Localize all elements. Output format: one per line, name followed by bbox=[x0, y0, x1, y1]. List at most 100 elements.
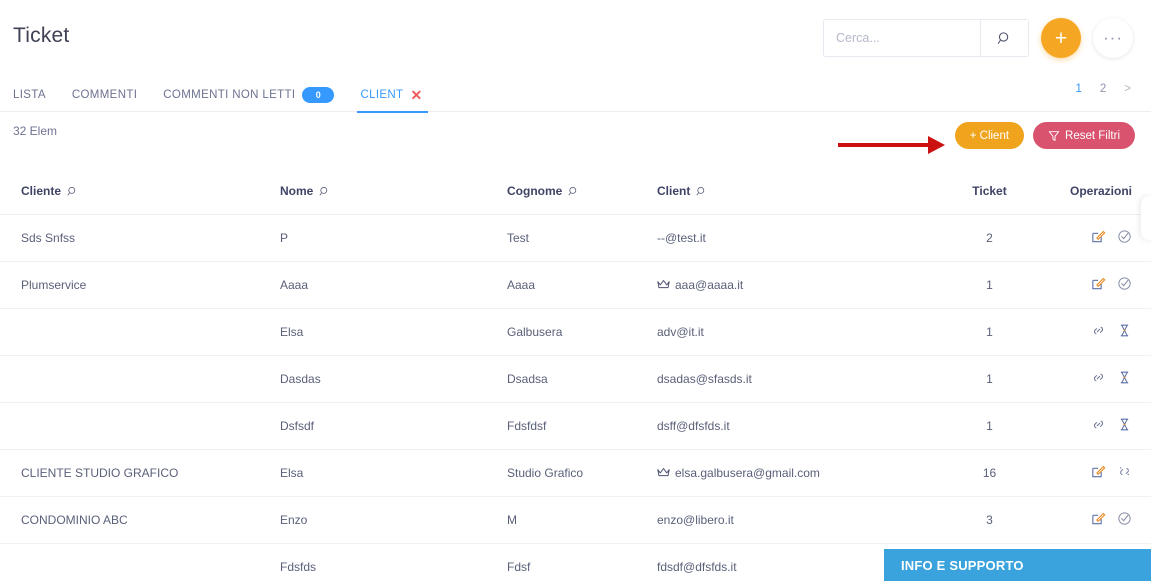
close-icon[interactable]: ✕ bbox=[410, 88, 422, 102]
check-circle-button[interactable] bbox=[1117, 511, 1132, 526]
tab-client[interactable]: CLIENT ✕ bbox=[347, 78, 435, 113]
link-button[interactable] bbox=[1091, 417, 1106, 432]
cell-ticket: 2 bbox=[932, 214, 1047, 262]
edit-icon[interactable] bbox=[1091, 229, 1106, 244]
search-button[interactable] bbox=[980, 20, 1028, 56]
cell-cliente bbox=[0, 543, 280, 581]
column-header-nome[interactable]: Nome bbox=[280, 168, 507, 215]
clients-table: Cliente Nome Cognome Client Ticket Opera… bbox=[0, 168, 1151, 581]
search-icon[interactable] bbox=[568, 186, 579, 197]
edit-button[interactable] bbox=[1091, 276, 1106, 291]
table-row[interactable]: CLIENTE STUDIO GRAFICO Elsa Studio Grafico… bbox=[0, 449, 1151, 497]
cell-cognome: Dsadsa bbox=[507, 355, 657, 403]
side-drawer-handle[interactable] bbox=[1141, 196, 1151, 240]
broken-link-icon[interactable] bbox=[1117, 464, 1132, 479]
info-support-label: INFO E SUPPORTO bbox=[901, 557, 1024, 573]
info-support-banner[interactable]: INFO E SUPPORTO bbox=[884, 549, 1151, 581]
check-circle-button[interactable] bbox=[1117, 229, 1132, 244]
link-button[interactable] bbox=[1091, 370, 1106, 385]
table-head: Cliente Nome Cognome Client Ticket Opera… bbox=[0, 168, 1151, 215]
tab-commenti[interactable]: COMMENTI bbox=[59, 78, 150, 112]
link-icon[interactable] bbox=[1091, 323, 1106, 338]
cell-cliente: CONDOMINIO ABC bbox=[0, 496, 280, 544]
client-email: aaa@aaaa.it bbox=[675, 278, 744, 292]
next-page-button[interactable]: > bbox=[1124, 83, 1131, 95]
edit-button[interactable] bbox=[1091, 229, 1106, 244]
client-email: elsa.galbusera@gmail.com bbox=[675, 466, 820, 480]
check-circle-icon[interactable] bbox=[1117, 229, 1132, 244]
cell-ticket: 1 bbox=[932, 261, 1047, 309]
search-box bbox=[823, 19, 1029, 57]
unread-count-badge: 0 bbox=[302, 87, 335, 103]
edit-icon[interactable] bbox=[1091, 511, 1106, 526]
table-row[interactable]: Dasdas Dsadsa dsadas@sfasds.it 1 bbox=[0, 355, 1151, 403]
hourglass-icon[interactable] bbox=[1117, 323, 1132, 338]
cell-nome: Fdsfds bbox=[280, 543, 507, 581]
page-2-button[interactable]: 2 bbox=[1100, 83, 1106, 95]
add-client-button[interactable]: + Client bbox=[954, 122, 1025, 149]
hourglass-button[interactable] bbox=[1117, 417, 1132, 432]
row-operations bbox=[1091, 464, 1132, 479]
table-row[interactable]: CONDOMINIO ABC Enzo Menzo@libero.it 3 bbox=[0, 496, 1151, 544]
add-button[interactable]: + bbox=[1041, 18, 1081, 58]
link-button[interactable] bbox=[1091, 323, 1106, 338]
hourglass-button[interactable] bbox=[1117, 370, 1132, 385]
client-email: dsadas@sfasds.it bbox=[657, 372, 752, 386]
search-icon[interactable] bbox=[696, 186, 707, 197]
table-row[interactable]: Dsfsdf Fdsfdsf dsff@dfsfds.it 1 bbox=[0, 402, 1151, 450]
table-row[interactable]: Plumservice Aaaa Aaaa aaa@aaaa.it 1 bbox=[0, 261, 1151, 309]
cell-operazioni bbox=[1047, 355, 1151, 403]
cell-cliente bbox=[0, 355, 280, 403]
page-header: Ticket + ··· bbox=[0, 0, 1151, 78]
funnel-icon bbox=[1048, 130, 1060, 141]
tab-lista[interactable]: LISTA bbox=[13, 78, 59, 112]
hourglass-icon[interactable] bbox=[1117, 417, 1132, 432]
cell-ticket: 16 bbox=[932, 449, 1047, 497]
table-body: Sds Snfss P Test --@test.it 2 Plumservice Aaaa… bbox=[0, 214, 1151, 581]
cell-cognome: Studio Grafico bbox=[507, 449, 657, 497]
search-icon[interactable] bbox=[319, 186, 330, 197]
cell-nome: Dsfsdf bbox=[280, 402, 507, 450]
cell-operazioni bbox=[1047, 402, 1151, 450]
client-email: enzo@libero.it bbox=[657, 513, 734, 527]
cell-operazioni bbox=[1047, 449, 1151, 497]
column-header-client[interactable]: Client bbox=[657, 168, 932, 215]
cell-cliente: Sds Snfss bbox=[0, 214, 280, 262]
broken-link-button[interactable] bbox=[1117, 464, 1132, 479]
check-circle-icon[interactable] bbox=[1117, 511, 1132, 526]
element-count: 32 Elem bbox=[13, 124, 58, 138]
more-options-button[interactable]: ··· bbox=[1093, 18, 1133, 58]
cell-cognome: Galbusera bbox=[507, 308, 657, 356]
edit-button[interactable] bbox=[1091, 464, 1106, 479]
search-icon[interactable] bbox=[67, 186, 78, 197]
table-row[interactable]: Sds Snfss P Test --@test.it 2 bbox=[0, 214, 1151, 262]
edit-icon[interactable] bbox=[1091, 464, 1106, 479]
client-list-page: Ticket + ··· LISTA COMMENTI bbox=[0, 0, 1151, 581]
cell-client: --@test.it bbox=[657, 214, 932, 262]
cell-client: dsff@dfsfds.it bbox=[657, 402, 932, 450]
column-label: Nome bbox=[280, 184, 314, 198]
page-title: Ticket bbox=[13, 24, 70, 47]
cell-client: dsadas@sfasds.it bbox=[657, 355, 932, 403]
reset-filters-button[interactable]: Reset Filtri bbox=[1033, 122, 1135, 149]
hourglass-button[interactable] bbox=[1117, 323, 1132, 338]
link-icon[interactable] bbox=[1091, 370, 1106, 385]
column-header-cliente[interactable]: Cliente bbox=[0, 168, 280, 215]
hourglass-icon[interactable] bbox=[1117, 370, 1132, 385]
cell-cognome: Fdsfdsf bbox=[507, 402, 657, 450]
tab-label: CLIENT bbox=[360, 89, 404, 101]
cell-ticket: 1 bbox=[932, 355, 1047, 403]
crown-icon bbox=[657, 468, 670, 477]
table-row[interactable]: Elsa Galbusera adv@it.it 1 bbox=[0, 308, 1151, 356]
search-input[interactable] bbox=[824, 20, 980, 56]
cell-operazioni bbox=[1047, 496, 1151, 544]
column-header-cognome[interactable]: Cognome bbox=[507, 168, 657, 215]
check-circle-icon[interactable] bbox=[1117, 276, 1132, 291]
check-circle-button[interactable] bbox=[1117, 276, 1132, 291]
edit-icon[interactable] bbox=[1091, 276, 1106, 291]
tab-commenti-non-letti[interactable]: COMMENTI NON LETTI 0 bbox=[150, 78, 347, 112]
link-icon[interactable] bbox=[1091, 417, 1106, 432]
edit-button[interactable] bbox=[1091, 511, 1106, 526]
page-1-button[interactable]: 1 bbox=[1075, 83, 1081, 95]
tabs-bar: LISTA COMMENTI COMMENTI NON LETTI 0 CLIE… bbox=[0, 78, 1151, 113]
